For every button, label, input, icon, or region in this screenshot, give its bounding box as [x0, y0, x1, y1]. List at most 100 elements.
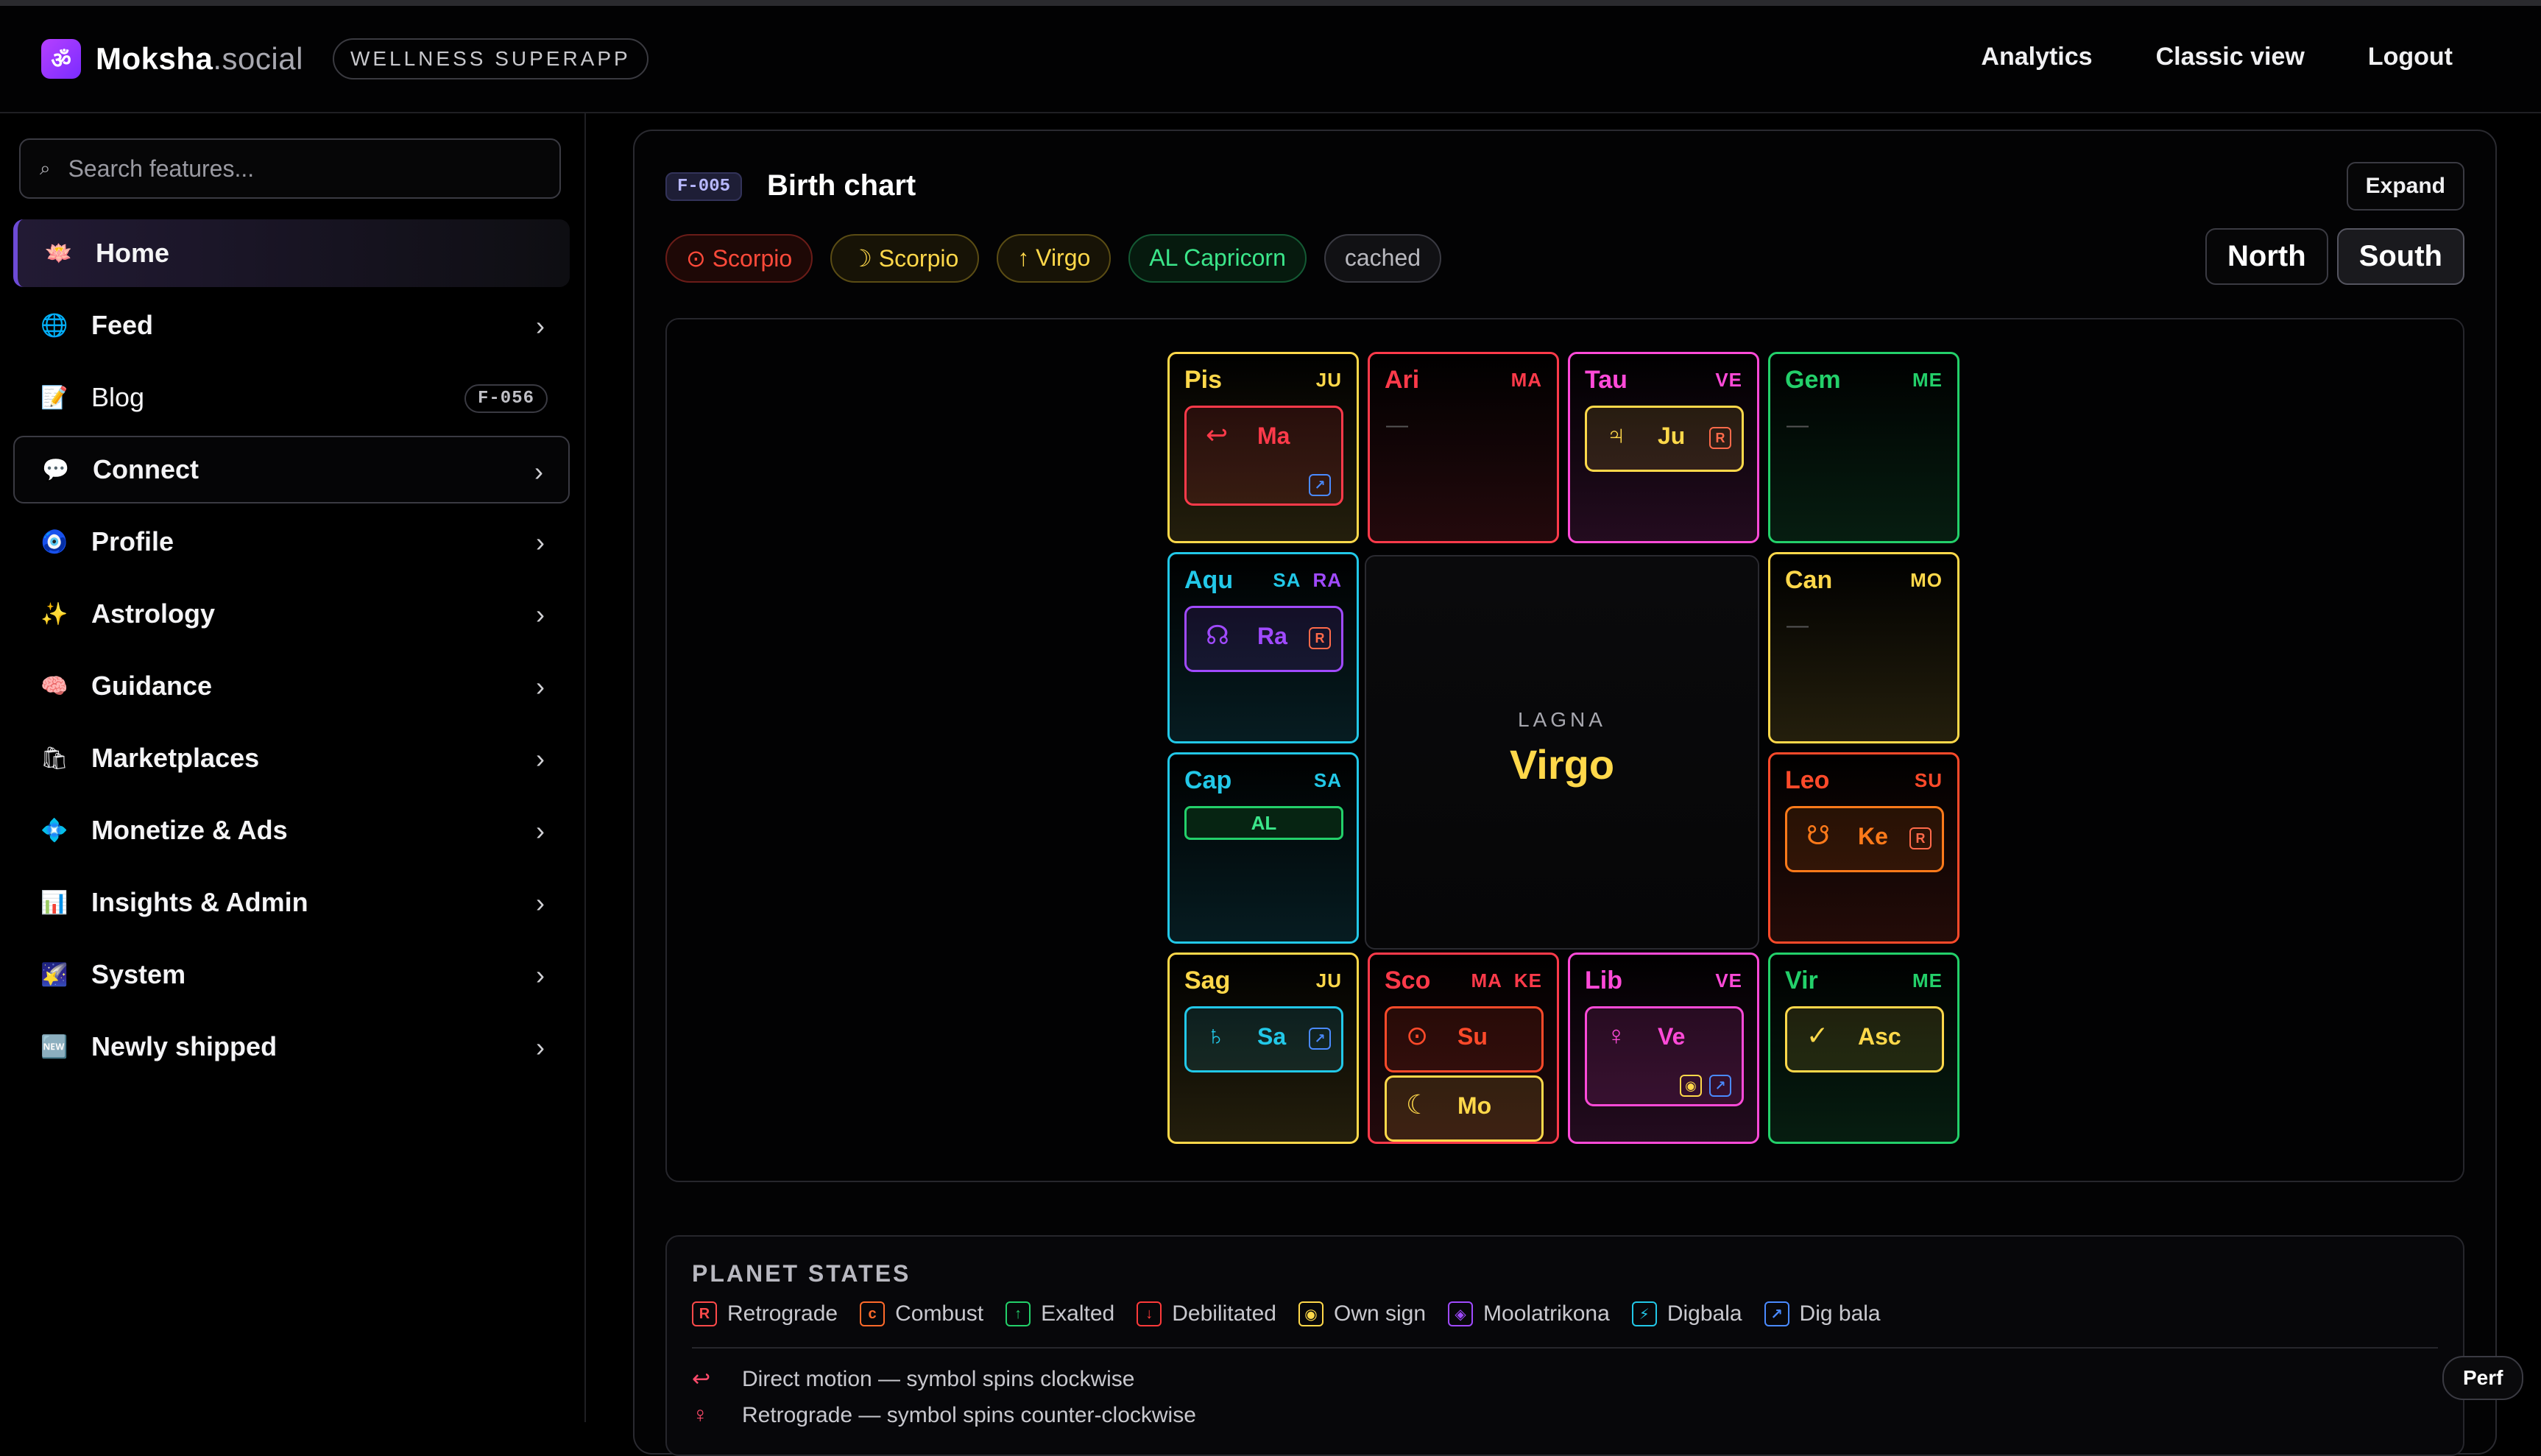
legend-item-exalted: ↑ Exalted — [1006, 1301, 1114, 1326]
house-ari[interactable]: Ari MA — — [1368, 352, 1559, 543]
planet-ve[interactable]: ♀ Ve ◉ ↗ — [1585, 1006, 1744, 1106]
house-aqu[interactable]: Aqu SA RA ☊ Ra R — [1167, 552, 1359, 743]
sidebar-item-astrology[interactable]: ✨ Astrology › — [13, 580, 570, 648]
legend-state-icon: ↗ — [1764, 1301, 1789, 1326]
lord-label: MA — [1471, 969, 1502, 992]
house-tau[interactable]: Tau VE ♃ Ju R — [1568, 352, 1759, 543]
lord-label: MO — [1910, 569, 1943, 591]
speech-bubble-icon: 💬 — [42, 457, 70, 482]
app-header: ॐ Moksha.social WELLNESS SUPERAPP Analyt… — [0, 6, 2541, 113]
house-vir[interactable]: Vir ME ✓ Asc — [1768, 953, 1959, 1144]
planet-sa[interactable]: ♄ Sa ↗ — [1184, 1006, 1343, 1072]
feature-id-badge: F-005 — [665, 172, 743, 201]
al-pill: AL Capricorn — [1128, 234, 1307, 283]
sidebar-item-connect[interactable]: 💬 Connect › — [13, 436, 570, 503]
legend-item-retrograde: R Retrograde — [692, 1301, 838, 1326]
planet-mo[interactable]: ☾ Mo — [1385, 1075, 1544, 1142]
lord-label: SU — [1914, 769, 1943, 791]
sidebar-item-home[interactable]: 🪷 Home — [13, 219, 570, 287]
perf-button[interactable]: Perf — [2442, 1356, 2524, 1400]
house-lords: JU — [1304, 969, 1342, 992]
house-gem[interactable]: Gem ME — — [1768, 352, 1959, 543]
house-lib[interactable]: Lib VE ♀ Ve ◉ ↗ — [1568, 953, 1759, 1144]
house-sign: Leo — [1785, 766, 1830, 794]
lord-label: MA — [1510, 369, 1542, 391]
direct-motion-icon: ↩ — [692, 1367, 711, 1391]
empty-house-dash: — — [1787, 413, 1809, 437]
planet-state-badge: ↗ — [1309, 1028, 1331, 1050]
retrograde-motion-icon: ♀ — [692, 1403, 709, 1427]
planet-name: Ke — [1858, 823, 1888, 849]
house-lords: SA — [1302, 769, 1342, 792]
planet-name: Sa — [1257, 1023, 1287, 1050]
shopping-bags-icon: 🛍 — [40, 746, 69, 771]
chevron-right-icon: › — [536, 599, 545, 629]
planet-ra[interactable]: ☊ Ra R — [1184, 606, 1343, 672]
planet-state-badge: R — [1309, 627, 1331, 649]
sidebar-item-label: Monetize & Ads — [91, 815, 288, 845]
house-leo[interactable]: Leo SU ☋ Ke R — [1768, 752, 1959, 944]
sidebar-item-insights-admin[interactable]: 📊 Insights & Admin › — [13, 869, 570, 936]
chevron-right-icon: › — [536, 960, 545, 990]
house-sign: Vir — [1785, 966, 1818, 994]
om-icon: ॐ — [41, 39, 81, 79]
legend-label: Combust — [895, 1301, 984, 1326]
house-sign: Can — [1785, 566, 1833, 594]
sidebar: ⌕ 🪷 Home 🌐 Feed › 📝 Blog F-056 💬 Connect › 🧿 Profile… — [0, 113, 586, 1422]
legend-title: PLANET STATES — [692, 1260, 911, 1287]
sidebar-item-system[interactable]: 🌠 System › — [13, 941, 570, 1008]
planet-glyph-icon: ♄ — [1206, 1020, 1226, 1050]
house-cap[interactable]: Cap SA AL — [1167, 752, 1359, 944]
planet-asc[interactable]: ✓ Asc — [1785, 1006, 1944, 1072]
classic-view-link[interactable]: Classic view — [2156, 43, 2305, 71]
app-title: Moksha.social — [96, 41, 303, 76]
analytics-link[interactable]: Analytics — [1981, 43, 2092, 71]
lord-label: RA — [1312, 569, 1342, 591]
planet-su[interactable]: ⊙ Su — [1385, 1006, 1544, 1072]
planet-glyph-icon: ♀ — [1606, 1020, 1626, 1050]
north-style-button[interactable]: North — [2205, 228, 2328, 285]
lord-label: ME — [1912, 969, 1943, 992]
sidebar-item-profile[interactable]: 🧿 Profile › — [13, 508, 570, 576]
sidebar-item-blog[interactable]: 📝 Blog F-056 — [13, 364, 570, 431]
window-top-strip — [0, 0, 2541, 6]
house-lords: MA KE — [1459, 969, 1542, 992]
sidebar-item-label: Blog — [91, 382, 145, 412]
lord-label: SA — [1313, 769, 1342, 791]
sidebar-item-monetize-ads[interactable]: 💠 Monetize & Ads › — [13, 796, 570, 864]
brand[interactable]: ॐ Moksha.social WELLNESS SUPERAPP — [41, 38, 648, 79]
legend-item-moolatrikona: ◈ Moolatrikona — [1448, 1301, 1610, 1326]
sidebar-item-marketplaces[interactable]: 🛍 Marketplaces › — [13, 724, 570, 792]
house-sign: Tau — [1585, 366, 1628, 394]
sidebar-item-feed[interactable]: 🌐 Feed › — [13, 291, 570, 359]
legend-label: Debilitated — [1172, 1301, 1276, 1326]
sidebar-item-newly-shipped[interactable]: 🆕 Newly shipped › — [13, 1013, 570, 1081]
planet-ju[interactable]: ♃ Ju R — [1585, 406, 1744, 472]
search-input[interactable] — [66, 154, 541, 183]
legend-label: Retrograde — [727, 1301, 838, 1326]
planet-ke[interactable]: ☋ Ke R — [1785, 806, 1944, 872]
sidebar-item-guidance[interactable]: 🧠 Guidance › — [13, 652, 570, 720]
nazar-eye-icon: 🧿 — [40, 529, 68, 554]
arudha-lagna-marker: AL — [1184, 806, 1343, 840]
legend-state-icon: ↓ — [1137, 1301, 1162, 1326]
house-sag[interactable]: Sag JU ♄ Sa ↗ — [1167, 953, 1359, 1144]
legend-label: Exalted — [1041, 1301, 1115, 1326]
sidebar-item-label: Home — [96, 238, 170, 268]
house-sco[interactable]: Sco MA KE ⊙ Su ☾ Mo — [1368, 953, 1559, 1144]
sidebar-item-label: Marketplaces — [91, 743, 260, 773]
south-style-button[interactable]: South — [2336, 228, 2464, 285]
new-badge-icon: 🆕 — [40, 1034, 68, 1059]
memo-icon: 📝 — [40, 385, 68, 410]
lord-label: KE — [1513, 969, 1542, 992]
expand-button[interactable]: Expand — [2346, 162, 2464, 211]
house-can[interactable]: Can MO — — [1768, 552, 1959, 743]
planet-glyph-icon: ↩ — [1206, 420, 1229, 450]
logout-link[interactable]: Logout — [2368, 43, 2453, 71]
search-box: ⌕ — [19, 138, 561, 199]
house-pis[interactable]: Pis JU ↩ Ma ↗ — [1167, 352, 1359, 543]
feature-id-badge: F-056 — [464, 384, 548, 413]
legend-item-dig-bala: ↗ Dig bala — [1764, 1301, 1881, 1326]
house-lords: VE — [1703, 969, 1742, 992]
planet-ma[interactable]: ↩ Ma ↗ — [1184, 406, 1343, 506]
